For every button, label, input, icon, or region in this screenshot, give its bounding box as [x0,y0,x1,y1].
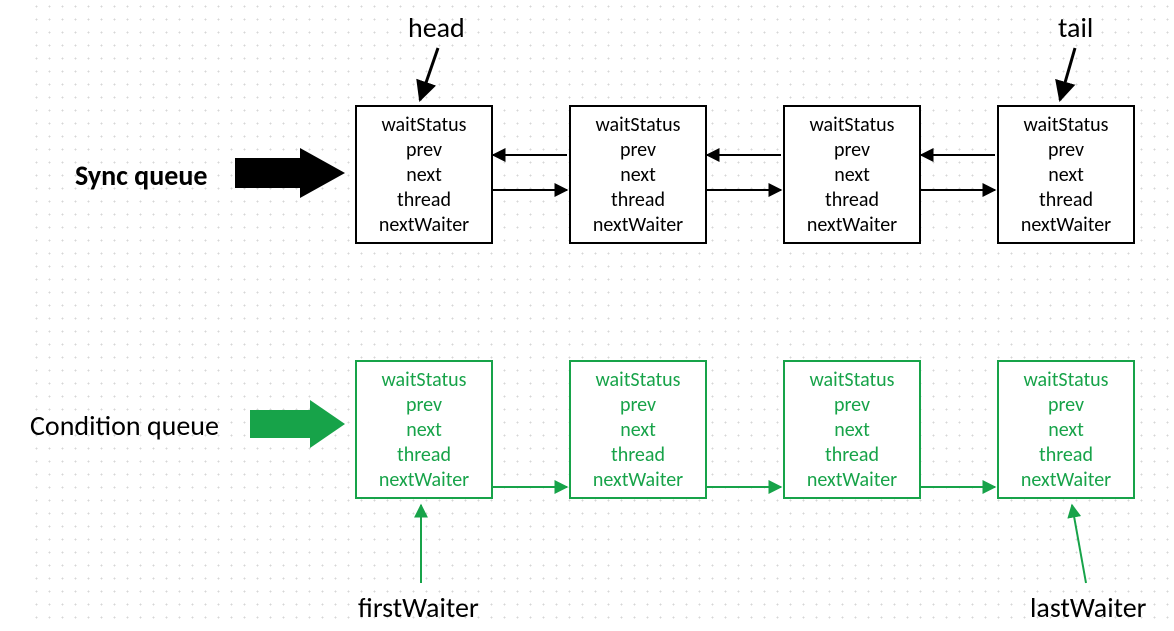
field-prev: prev [573,393,703,418]
head-pointer-label: head [408,10,465,45]
field-next: next [359,163,489,188]
field-nextWaiter: nextWaiter [1001,468,1131,493]
field-next: next [787,418,917,443]
field-prev: prev [1001,393,1131,418]
field-waitStatus: waitStatus [573,113,703,138]
field-waitStatus: waitStatus [1001,368,1131,393]
dot-grid-background [30,0,1174,620]
sync-queue-label: Sync queue [75,158,207,193]
field-nextWaiter: nextWaiter [573,213,703,238]
field-thread: thread [573,188,703,213]
field-next: next [1001,418,1131,443]
sync-node-4: waitStatus prev next thread nextWaiter [997,105,1135,244]
field-thread: thread [787,443,917,468]
field-prev: prev [359,393,489,418]
field-thread: thread [359,188,489,213]
cond-node-2: waitStatus prev next thread nextWaiter [569,360,707,499]
condition-queue-label: Condition queue [30,408,219,443]
field-thread: thread [1001,443,1131,468]
field-thread: thread [787,188,917,213]
field-next: next [787,163,917,188]
sync-node-3: waitStatus prev next thread nextWaiter [783,105,921,244]
tail-pointer-label: tail [1058,10,1093,45]
field-nextWaiter: nextWaiter [1001,213,1131,238]
cond-node-3: waitStatus prev next thread nextWaiter [783,360,921,499]
field-waitStatus: waitStatus [359,368,489,393]
field-next: next [359,418,489,443]
field-nextWaiter: nextWaiter [359,213,489,238]
cond-node-1: waitStatus prev next thread nextWaiter [355,360,493,499]
field-prev: prev [573,138,703,163]
field-nextWaiter: nextWaiter [787,468,917,493]
field-prev: prev [787,138,917,163]
sync-node-2: waitStatus prev next thread nextWaiter [569,105,707,244]
field-waitStatus: waitStatus [573,368,703,393]
field-thread: thread [359,443,489,468]
cond-node-4: waitStatus prev next thread nextWaiter [997,360,1135,499]
sync-node-1: waitStatus prev next thread nextWaiter [355,105,493,244]
field-nextWaiter: nextWaiter [787,213,917,238]
field-waitStatus: waitStatus [1001,113,1131,138]
field-waitStatus: waitStatus [787,368,917,393]
field-thread: thread [573,443,703,468]
field-prev: prev [359,138,489,163]
field-prev: prev [787,393,917,418]
field-thread: thread [1001,188,1131,213]
first-waiter-label: firstWaiter [358,590,479,625]
field-next: next [573,418,703,443]
field-waitStatus: waitStatus [359,113,489,138]
last-waiter-label: lastWaiter [1030,590,1146,625]
field-nextWaiter: nextWaiter [573,468,703,493]
field-next: next [573,163,703,188]
field-next: next [1001,163,1131,188]
field-waitStatus: waitStatus [787,113,917,138]
field-nextWaiter: nextWaiter [359,468,489,493]
field-prev: prev [1001,138,1131,163]
